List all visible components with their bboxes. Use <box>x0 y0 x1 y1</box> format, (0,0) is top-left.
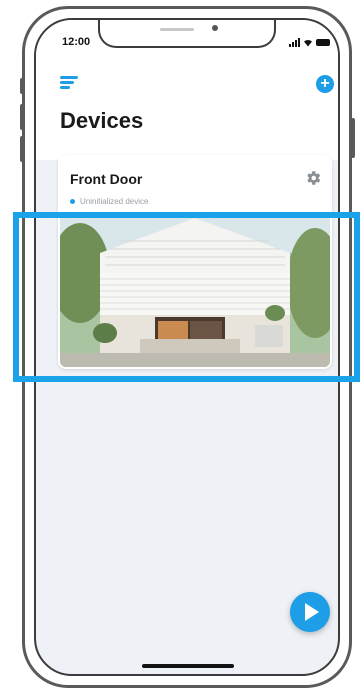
wifi-icon <box>304 39 312 47</box>
device-status-label: Uninitialized device <box>80 197 149 206</box>
page-title: Devices <box>60 108 144 133</box>
device-name: Front Door <box>70 171 143 187</box>
phone-notch <box>98 20 276 48</box>
device-status: Uninitialized device <box>70 197 148 206</box>
gear-icon[interactable] <box>304 169 322 187</box>
speaker-grille <box>160 28 194 31</box>
status-bar-time: 12:00 <box>62 36 91 48</box>
home-indicator <box>142 664 234 668</box>
hamburger-menu-icon[interactable] <box>60 76 78 90</box>
status-dot-icon <box>70 199 75 204</box>
add-device-button[interactable]: + <box>316 75 334 93</box>
play-icon[interactable] <box>290 592 330 632</box>
status-bar-icons <box>289 38 330 47</box>
battery-icon <box>316 39 330 46</box>
front-camera <box>212 25 218 31</box>
selection-highlight-box <box>13 212 360 382</box>
cellular-signal-icon <box>289 38 300 47</box>
